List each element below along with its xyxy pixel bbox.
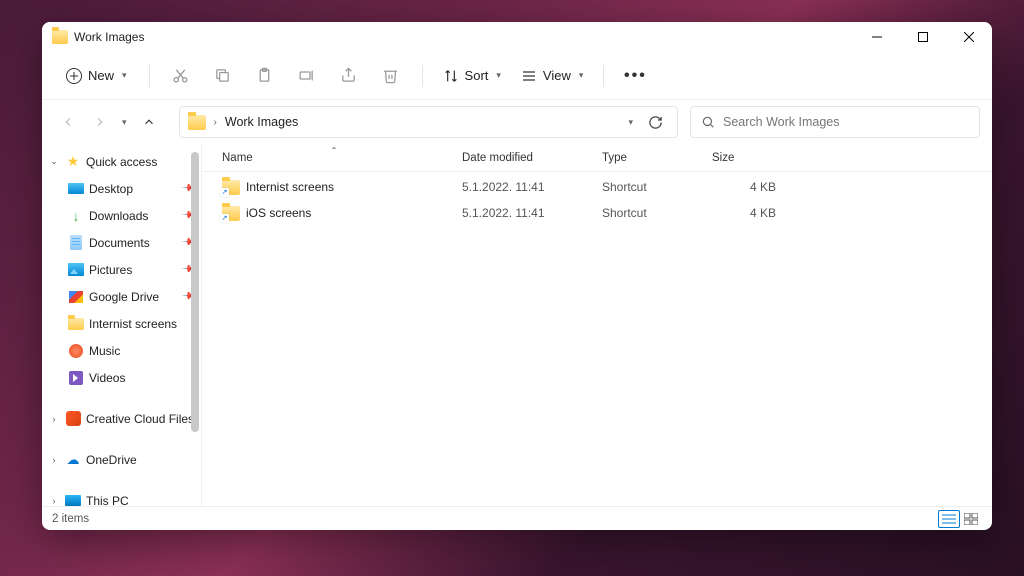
breadcrumb-separator: ›	[214, 117, 217, 128]
sort-button[interactable]: Sort ▾	[435, 62, 509, 90]
chevron-down-icon: ▾	[496, 70, 501, 81]
collapse-icon[interactable]: ⌄	[48, 156, 60, 167]
column-headers: Name⌃ Date modified Type Size	[202, 144, 992, 172]
creative-cloud-icon	[66, 411, 81, 426]
divider	[422, 65, 423, 87]
delete-button[interactable]	[372, 59, 410, 93]
expand-icon[interactable]: ›	[48, 455, 60, 465]
desktop-icon	[68, 183, 84, 194]
sidebar-item-music[interactable]: Music	[42, 337, 201, 364]
column-size[interactable]: Size	[704, 152, 784, 164]
expand-icon[interactable]: ›	[48, 414, 60, 424]
sidebar-item-onedrive[interactable]: ›☁OneDrive	[42, 446, 201, 473]
plus-icon	[66, 68, 82, 84]
chevron-down-icon[interactable]: ▾	[628, 117, 633, 128]
folder-shortcut-icon: ↗	[222, 180, 240, 195]
divider	[603, 65, 604, 87]
column-date[interactable]: Date modified	[454, 152, 594, 164]
search-input[interactable]	[723, 115, 969, 129]
view-button[interactable]: View ▾	[513, 62, 591, 90]
onedrive-icon: ☁	[65, 452, 81, 468]
thumbnails-view-button[interactable]	[960, 510, 982, 528]
pc-icon	[65, 495, 81, 506]
new-button[interactable]: New ▾	[56, 62, 137, 90]
file-list: ↗Internist screens 5.1.2022. 11:41 Short…	[202, 172, 992, 506]
quick-access-label: Quick access	[86, 155, 157, 169]
sidebar-scrollbar[interactable]	[189, 152, 201, 506]
maximize-button[interactable]	[900, 22, 946, 52]
search-icon	[701, 115, 715, 129]
navigation-bar: ▾ › Work Images ▾	[42, 100, 992, 144]
google-drive-icon	[69, 291, 83, 303]
titlebar: Work Images	[42, 22, 992, 52]
sidebar-item-this-pc[interactable]: ›This PC	[42, 487, 201, 506]
chevron-down-icon: ▾	[122, 70, 127, 81]
forward-button[interactable]	[86, 108, 114, 136]
divider	[149, 65, 150, 87]
toolbar: New ▾ Sort ▾ View ▾ •••	[42, 52, 992, 100]
folder-icon	[52, 30, 68, 44]
cut-button[interactable]	[162, 59, 200, 93]
folder-shortcut-icon: ↗	[222, 206, 240, 221]
music-icon	[69, 344, 83, 358]
quick-access[interactable]: ⌄ ★ Quick access	[42, 148, 201, 175]
search-box[interactable]	[690, 106, 980, 138]
explorer-body: ⌄ ★ Quick access Desktop📌 ↓Downloads📌 Do…	[42, 144, 992, 506]
sidebar-item-documents[interactable]: Documents📌	[42, 229, 201, 256]
close-button[interactable]	[946, 22, 992, 52]
refresh-button[interactable]	[641, 108, 669, 136]
content-pane: Name⌃ Date modified Type Size ↗Internist…	[202, 144, 992, 506]
sidebar-item-creative-cloud[interactable]: ›Creative Cloud Files	[42, 405, 201, 432]
sort-indicator: ⌃	[331, 146, 338, 155]
up-button[interactable]	[135, 108, 163, 136]
back-button[interactable]	[54, 108, 82, 136]
document-icon	[70, 235, 82, 250]
view-label: View	[543, 68, 571, 83]
rename-button[interactable]	[288, 59, 326, 93]
folder-icon	[68, 318, 84, 330]
details-view-button[interactable]	[938, 510, 960, 528]
file-explorer-window: Work Images New ▾ Sort ▾ View ▾	[42, 22, 992, 530]
sort-label: Sort	[465, 68, 489, 83]
minimize-button[interactable]	[854, 22, 900, 52]
video-icon	[69, 371, 83, 385]
sidebar-item-downloads[interactable]: ↓Downloads📌	[42, 202, 201, 229]
item-count: 2 items	[52, 513, 89, 525]
file-row[interactable]: ↗iOS screens 5.1.2022. 11:41 Shortcut 4 …	[202, 200, 992, 226]
sidebar-item-google-drive[interactable]: Google Drive📌	[42, 283, 201, 310]
more-button[interactable]: •••	[616, 59, 654, 93]
column-name[interactable]: Name⌃	[214, 152, 454, 164]
recent-locations-button[interactable]: ▾	[122, 117, 127, 128]
sort-icon	[443, 68, 459, 84]
sidebar-item-desktop[interactable]: Desktop📌	[42, 175, 201, 202]
navigation-pane: ⌄ ★ Quick access Desktop📌 ↓Downloads📌 Do…	[42, 144, 202, 506]
window-title: Work Images	[74, 30, 854, 44]
copy-button[interactable]	[204, 59, 242, 93]
star-icon: ★	[65, 154, 81, 170]
sidebar-item-internist-screens[interactable]: Internist screens	[42, 310, 201, 337]
window-controls	[854, 22, 992, 52]
list-icon	[521, 68, 537, 84]
folder-icon	[188, 115, 206, 130]
paste-button[interactable]	[246, 59, 284, 93]
pictures-icon	[68, 263, 84, 276]
breadcrumb-current[interactable]: Work Images	[225, 115, 298, 129]
column-type[interactable]: Type	[594, 152, 704, 164]
new-label: New	[88, 68, 114, 83]
file-row[interactable]: ↗Internist screens 5.1.2022. 11:41 Short…	[202, 174, 992, 200]
share-button[interactable]	[330, 59, 368, 93]
address-bar[interactable]: › Work Images ▾	[179, 106, 678, 138]
sidebar-item-videos[interactable]: Videos	[42, 364, 201, 391]
download-icon: ↓	[68, 208, 84, 224]
chevron-down-icon: ▾	[579, 70, 584, 81]
status-bar: 2 items	[42, 506, 992, 530]
expand-icon[interactable]: ›	[48, 496, 60, 506]
sidebar-item-pictures[interactable]: Pictures📌	[42, 256, 201, 283]
